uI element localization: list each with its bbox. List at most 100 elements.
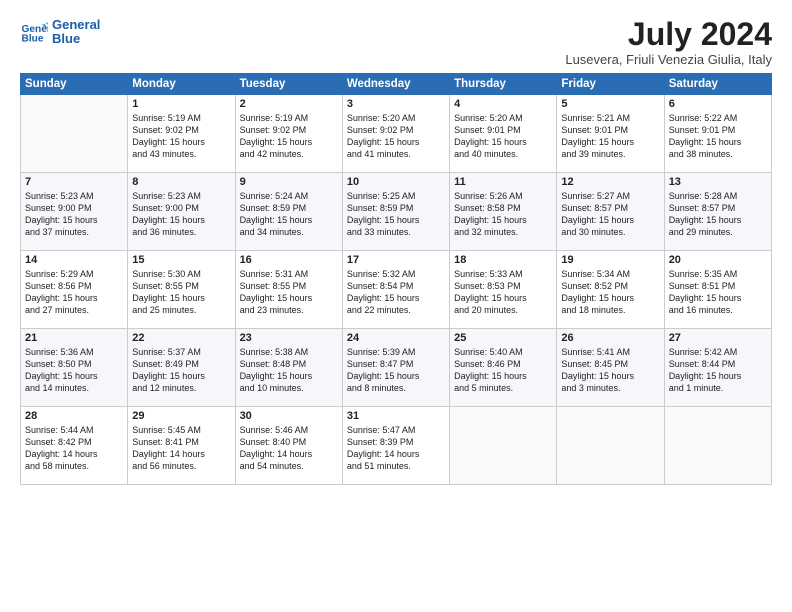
calendar-cell: 31 Sunrise: 5:47 AM Sunset: 8:39 PM Dayli… — [342, 407, 449, 485]
calendar-cell — [664, 407, 771, 485]
day-content: Sunrise: 5:22 AM Sunset: 9:01 PM Dayligh… — [669, 112, 767, 161]
calendar-cell: 2 Sunrise: 5:19 AM Sunset: 9:02 PM Daylig… — [235, 95, 342, 173]
calendar-week-4: 21 Sunrise: 5:36 AM Sunset: 8:50 PM Dayli… — [21, 329, 772, 407]
day-content: Sunrise: 5:34 AM Sunset: 8:52 PM Dayligh… — [561, 268, 659, 317]
calendar-cell: 14 Sunrise: 5:29 AM Sunset: 8:56 PM Dayli… — [21, 251, 128, 329]
calendar-cell: 26 Sunrise: 5:41 AM Sunset: 8:45 PM Dayli… — [557, 329, 664, 407]
day-number: 24 — [347, 332, 445, 344]
logo: General Blue General Blue — [20, 18, 100, 47]
calendar-cell: 19 Sunrise: 5:34 AM Sunset: 8:52 PM Dayli… — [557, 251, 664, 329]
day-number: 11 — [454, 176, 552, 188]
calendar-cell: 4Sunrise: 5:20 AM Sunset: 9:01 PM Daylig… — [450, 95, 557, 173]
day-number: 4 — [454, 98, 552, 110]
day-number: 14 — [25, 254, 123, 266]
day-content: Sunrise: 5:24 AM Sunset: 8:59 PM Dayligh… — [240, 190, 338, 239]
day-content: Sunrise: 5:19 AM Sunset: 9:02 PM Dayligh… — [240, 112, 338, 161]
day-content: Sunrise: 5:29 AM Sunset: 8:56 PM Dayligh… — [25, 268, 123, 317]
calendar-cell: 30 Sunrise: 5:46 AM Sunset: 8:40 PM Dayli… — [235, 407, 342, 485]
day-content: Sunrise: 5:30 AM Sunset: 8:55 PM Dayligh… — [132, 268, 230, 317]
day-number: 20 — [669, 254, 767, 266]
day-content: Sunrise: 5:41 AM Sunset: 8:45 PM Dayligh… — [561, 346, 659, 395]
day-content: Sunrise: 5:32 AM Sunset: 8:54 PM Dayligh… — [347, 268, 445, 317]
col-friday: Friday — [557, 74, 664, 95]
day-number: 9 — [240, 176, 338, 188]
calendar-cell: 11 Sunrise: 5:26 AM Sunset: 8:58 PM Dayli… — [450, 173, 557, 251]
calendar-cell: 24 Sunrise: 5:39 AM Sunset: 8:47 PM Dayli… — [342, 329, 449, 407]
day-content: Sunrise: 5:20 AM Sunset: 9:02 PM Dayligh… — [347, 112, 445, 161]
col-sunday: Sunday — [21, 74, 128, 95]
day-content: Sunrise: 5:47 AM Sunset: 8:39 PM Dayligh… — [347, 424, 445, 473]
day-content: Sunrise: 5:19 AM Sunset: 9:02 PM Dayligh… — [132, 112, 230, 161]
day-number: 15 — [132, 254, 230, 266]
day-number: 8 — [132, 176, 230, 188]
calendar-cell: 18 Sunrise: 5:33 AM Sunset: 8:53 PM Dayli… — [450, 251, 557, 329]
calendar-cell: 7Sunrise: 5:23 AM Sunset: 9:00 PM Daylig… — [21, 173, 128, 251]
calendar-cell: 17Sunrise: 5:32 AM Sunset: 8:54 PM Dayli… — [342, 251, 449, 329]
day-content: Sunrise: 5:26 AM Sunset: 8:58 PM Dayligh… — [454, 190, 552, 239]
day-content: Sunrise: 5:36 AM Sunset: 8:50 PM Dayligh… — [25, 346, 123, 395]
day-number: 31 — [347, 410, 445, 422]
day-number: 5 — [561, 98, 659, 110]
day-content: Sunrise: 5:23 AM Sunset: 9:00 PM Dayligh… — [132, 190, 230, 239]
day-content: Sunrise: 5:25 AM Sunset: 8:59 PM Dayligh… — [347, 190, 445, 239]
calendar-cell: 28Sunrise: 5:44 AM Sunset: 8:42 PM Dayli… — [21, 407, 128, 485]
day-number: 30 — [240, 410, 338, 422]
day-content: Sunrise: 5:40 AM Sunset: 8:46 PM Dayligh… — [454, 346, 552, 395]
calendar-cell: 8 Sunrise: 5:23 AM Sunset: 9:00 PM Daylig… — [128, 173, 235, 251]
calendar-cell: 23 Sunrise: 5:38 AM Sunset: 8:48 PM Dayli… — [235, 329, 342, 407]
logo-icon: General Blue — [20, 18, 48, 46]
calendar-cell: 13Sunrise: 5:28 AM Sunset: 8:57 PM Dayli… — [664, 173, 771, 251]
day-content: Sunrise: 5:35 AM Sunset: 8:51 PM Dayligh… — [669, 268, 767, 317]
calendar-table: Sunday Monday Tuesday Wednesday Thursday… — [20, 73, 772, 485]
day-content: Sunrise: 5:38 AM Sunset: 8:48 PM Dayligh… — [240, 346, 338, 395]
day-content: Sunrise: 5:33 AM Sunset: 8:53 PM Dayligh… — [454, 268, 552, 317]
calendar-page: General Blue General Blue July 2024 Luse… — [0, 0, 792, 612]
day-number: 7 — [25, 176, 123, 188]
day-number: 1 — [132, 98, 230, 110]
day-content: Sunrise: 5:31 AM Sunset: 8:55 PM Dayligh… — [240, 268, 338, 317]
calendar-week-5: 28Sunrise: 5:44 AM Sunset: 8:42 PM Dayli… — [21, 407, 772, 485]
day-number: 25 — [454, 332, 552, 344]
day-number: 23 — [240, 332, 338, 344]
day-number: 16 — [240, 254, 338, 266]
day-number: 22 — [132, 332, 230, 344]
col-thursday: Thursday — [450, 74, 557, 95]
logo-blue: Blue — [52, 32, 100, 46]
logo-general: General — [52, 18, 100, 32]
day-number: 2 — [240, 98, 338, 110]
day-number: 21 — [25, 332, 123, 344]
day-content: Sunrise: 5:45 AM Sunset: 8:41 PM Dayligh… — [132, 424, 230, 473]
calendar-cell: 25 Sunrise: 5:40 AM Sunset: 8:46 PM Dayli… — [450, 329, 557, 407]
day-number: 18 — [454, 254, 552, 266]
day-number: 27 — [669, 332, 767, 344]
calendar-cell: 12 Sunrise: 5:27 AM Sunset: 8:57 PM Dayli… — [557, 173, 664, 251]
day-content: Sunrise: 5:46 AM Sunset: 8:40 PM Dayligh… — [240, 424, 338, 473]
calendar-cell — [21, 95, 128, 173]
day-number: 12 — [561, 176, 659, 188]
col-wednesday: Wednesday — [342, 74, 449, 95]
calendar-cell — [450, 407, 557, 485]
calendar-cell: 6 Sunrise: 5:22 AM Sunset: 9:01 PM Daylig… — [664, 95, 771, 173]
col-tuesday: Tuesday — [235, 74, 342, 95]
day-content: Sunrise: 5:21 AM Sunset: 9:01 PM Dayligh… — [561, 112, 659, 161]
day-number: 26 — [561, 332, 659, 344]
day-content: Sunrise: 5:28 AM Sunset: 8:57 PM Dayligh… — [669, 190, 767, 239]
day-content: Sunrise: 5:27 AM Sunset: 8:57 PM Dayligh… — [561, 190, 659, 239]
calendar-week-2: 7 Sunrise: 5:23 AM Sunset: 9:00 PM Daylig… — [21, 173, 772, 251]
day-content: Sunrise: 5:39 AM Sunset: 8:47 PM Dayligh… — [347, 346, 445, 395]
calendar-cell: 3 Sunrise: 5:20 AM Sunset: 9:02 PM Daylig… — [342, 95, 449, 173]
location: Lusevera, Friuli Venezia Giulia, Italy — [565, 52, 772, 67]
header-row: Sunday Monday Tuesday Wednesday Thursday… — [21, 74, 772, 95]
calendar-cell: 16 Sunrise: 5:31 AM Sunset: 8:55 PM Dayli… — [235, 251, 342, 329]
calendar-cell: 5 Sunrise: 5:21 AM Sunset: 9:01 PM Daylig… — [557, 95, 664, 173]
day-number: 6 — [669, 98, 767, 110]
col-saturday: Saturday — [664, 74, 771, 95]
calendar-cell — [557, 407, 664, 485]
title-block: July 2024 Lusevera, Friuli Venezia Giuli… — [565, 18, 772, 67]
svg-text:Blue: Blue — [22, 34, 44, 45]
calendar-week-1: 1 Sunrise: 5:19 AM Sunset: 9:02 PM Daylig… — [21, 95, 772, 173]
day-number: 10 — [347, 176, 445, 188]
month-title: July 2024 — [565, 18, 772, 50]
day-number: 3 — [347, 98, 445, 110]
day-number: 19 — [561, 254, 659, 266]
